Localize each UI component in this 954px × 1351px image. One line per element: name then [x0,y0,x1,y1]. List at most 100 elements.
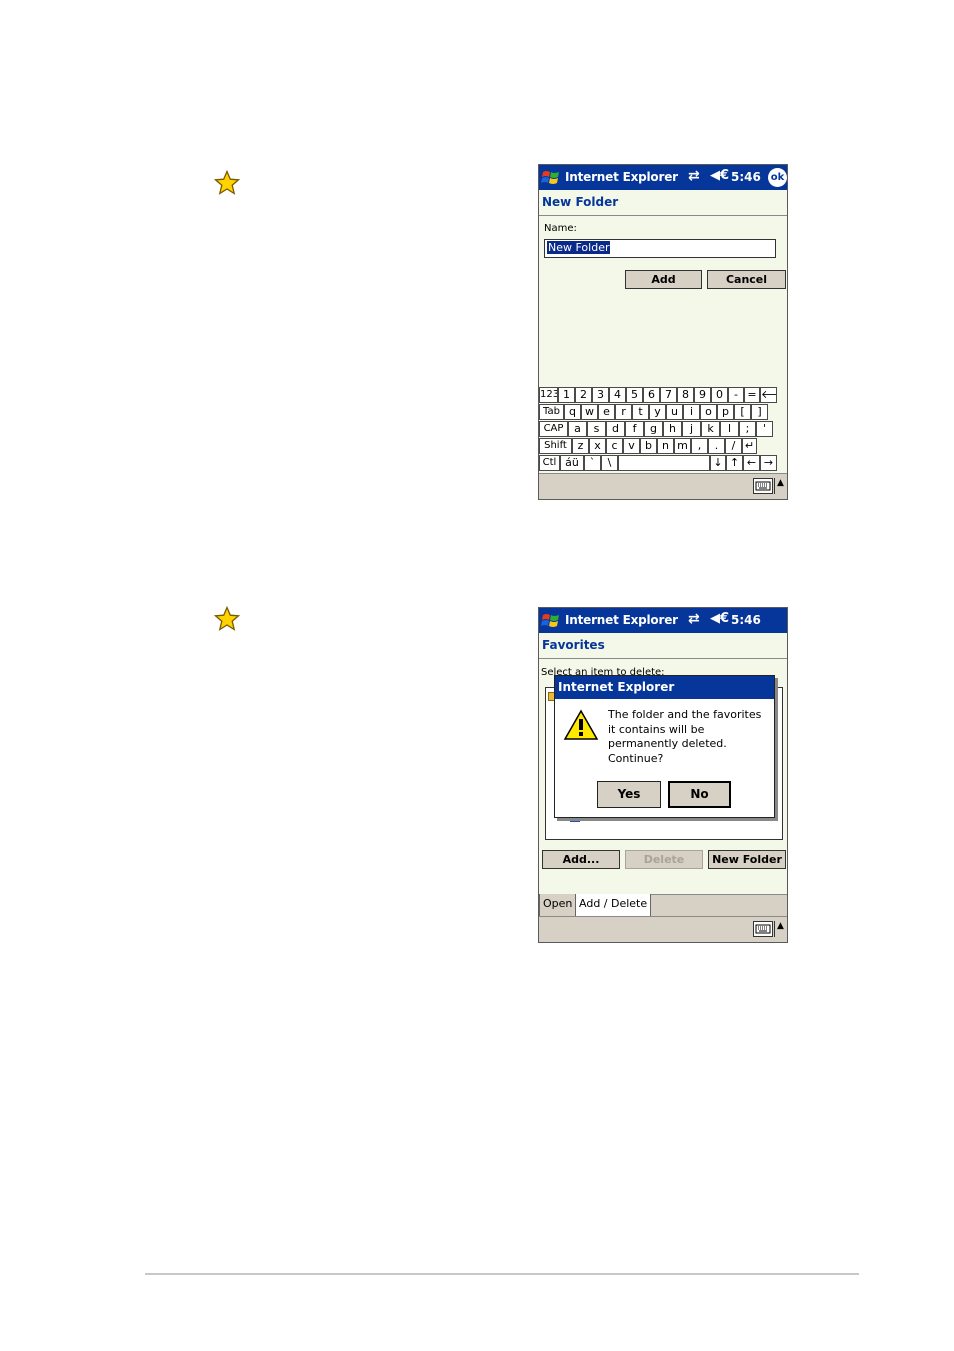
keyboard-icon[interactable] [753,921,773,937]
key[interactable]: v [623,438,640,454]
key[interactable]: . [708,438,725,454]
key[interactable]: ← [743,455,760,471]
key[interactable]: 3 [592,387,609,403]
key[interactable]: e [598,404,615,420]
keyboard-row: Tab q w e r t y u i o p[] [539,404,787,421]
space-key[interactable] [618,455,710,471]
keyboard-row: 1231234567890-=🡐 [539,387,787,404]
key[interactable]: g [644,421,663,437]
key[interactable]: , [691,438,708,454]
title-bar: Internet Explorer ⇄ ◀€ 5:46 ok [539,165,787,190]
key[interactable]: 4 [609,387,626,403]
key[interactable]: m [674,438,691,454]
key[interactable]: 2 [575,387,592,403]
clock[interactable]: 5:46 [731,170,761,184]
key[interactable]: h [663,421,682,437]
key[interactable]: r [615,404,632,420]
clock[interactable]: 5:46 [731,613,761,627]
key[interactable]: ↑ [726,455,743,471]
key[interactable]: Ctl [539,455,560,471]
key[interactable]: = [744,387,760,403]
key[interactable]: 5 [626,387,643,403]
key[interactable]: y [649,404,666,420]
speaker-icon[interactable]: ◀€ [710,611,729,626]
key[interactable]: o [700,404,717,420]
app-title: Internet Explorer [565,170,678,184]
keyboard-icon[interactable] [753,478,773,494]
key[interactable]: 8 [677,387,694,403]
keyboard-row: Ctl áü ` \ ↓ ↑ ← → [539,455,787,472]
key[interactable]: 1 [558,387,575,403]
speaker-icon[interactable]: ◀€ [710,168,729,183]
sync-icon[interactable]: ⇄ [688,168,700,184]
key[interactable]: ↓ [710,455,726,471]
key[interactable]: CAP [539,421,568,437]
dialog-message: The folder and the favorites it contains… [608,708,762,765]
key[interactable]: z [572,438,589,454]
input-menu-arrow-icon[interactable]: ▲ [774,921,786,937]
windows-start-icon[interactable] [541,168,561,188]
cancel-button[interactable]: Cancel [707,270,786,289]
input-menu-arrow-icon[interactable]: ▲ [774,478,786,494]
key[interactable]: a [568,421,587,437]
key[interactable]: q [564,404,581,420]
soft-keyboard: 1231234567890-=🡐Tabqwertyuiop[]CAPasdfgh… [539,387,787,471]
tab-add-delete[interactable]: Add / Delete [575,894,652,917]
page-heading: New Folder [539,190,787,216]
key[interactable]: f [625,421,644,437]
key[interactable]: 6 [643,387,660,403]
dialog-title: Internet Explorer [555,676,774,699]
key[interactable]: i [683,404,700,420]
ok-button[interactable]: ok [768,168,787,187]
key[interactable]: - [728,387,744,403]
key[interactable]: 9 [694,387,711,403]
key[interactable]: s [587,421,606,437]
key[interactable]: k [701,421,720,437]
key[interactable]: b [640,438,657,454]
no-button[interactable]: No [668,781,731,808]
key[interactable]: x [589,438,606,454]
key[interactable]: u [666,404,683,420]
keyboard-row: CAP a s d f g h j k l; ' [539,421,787,438]
key[interactable]: ` [584,455,601,471]
delete-button[interactable]: Delete [625,850,703,869]
key[interactable]: 🡐 [760,387,777,403]
yes-button[interactable]: Yes [597,781,661,808]
sync-icon[interactable]: ⇄ [688,611,700,627]
key[interactable]: n [657,438,674,454]
key[interactable]: Shift [539,438,572,454]
key[interactable]: Tab [539,404,564,420]
key[interactable]: c [606,438,623,454]
folder-name-input[interactable]: New Folder [544,239,776,258]
title-bar: Internet Explorer ⇄ ◀€ 5:46 [539,608,787,633]
add-button[interactable]: Add [625,270,702,289]
key[interactable]: l [720,421,739,437]
key[interactable]: t [632,404,649,420]
key[interactable]: ↵ [742,438,757,454]
key[interactable]: → [760,455,777,471]
key[interactable]: p [717,404,734,420]
keyboard-row: Shift z x c v b n m,. / ↵ [539,438,787,455]
tab-strip: Open Add / Delete [539,894,787,917]
key[interactable]: w [581,404,598,420]
key[interactable]: [ [734,404,751,420]
key[interactable]: 0 [711,387,728,403]
add-favorite-button[interactable]: Add... [542,850,620,869]
key[interactable]: 7 [660,387,677,403]
key[interactable]: áü [560,455,584,471]
key[interactable]: ] [751,404,768,420]
confirm-dialog: Internet Explorer The folder and the fav… [554,675,775,818]
app-title: Internet Explorer [565,613,678,627]
key[interactable]: d [606,421,625,437]
key[interactable]: ; [739,421,756,437]
key[interactable]: j [682,421,701,437]
key[interactable]: ' [756,421,773,437]
key[interactable]: \ [601,455,618,471]
tab-open[interactable]: Open [539,894,577,917]
key[interactable]: 123 [539,387,558,403]
key[interactable]: / [725,438,742,454]
menu-bar: ▲ [539,473,787,499]
new-folder-button[interactable]: New Folder [708,850,786,869]
windows-start-icon[interactable] [541,611,561,631]
name-label: Name: [544,223,577,234]
